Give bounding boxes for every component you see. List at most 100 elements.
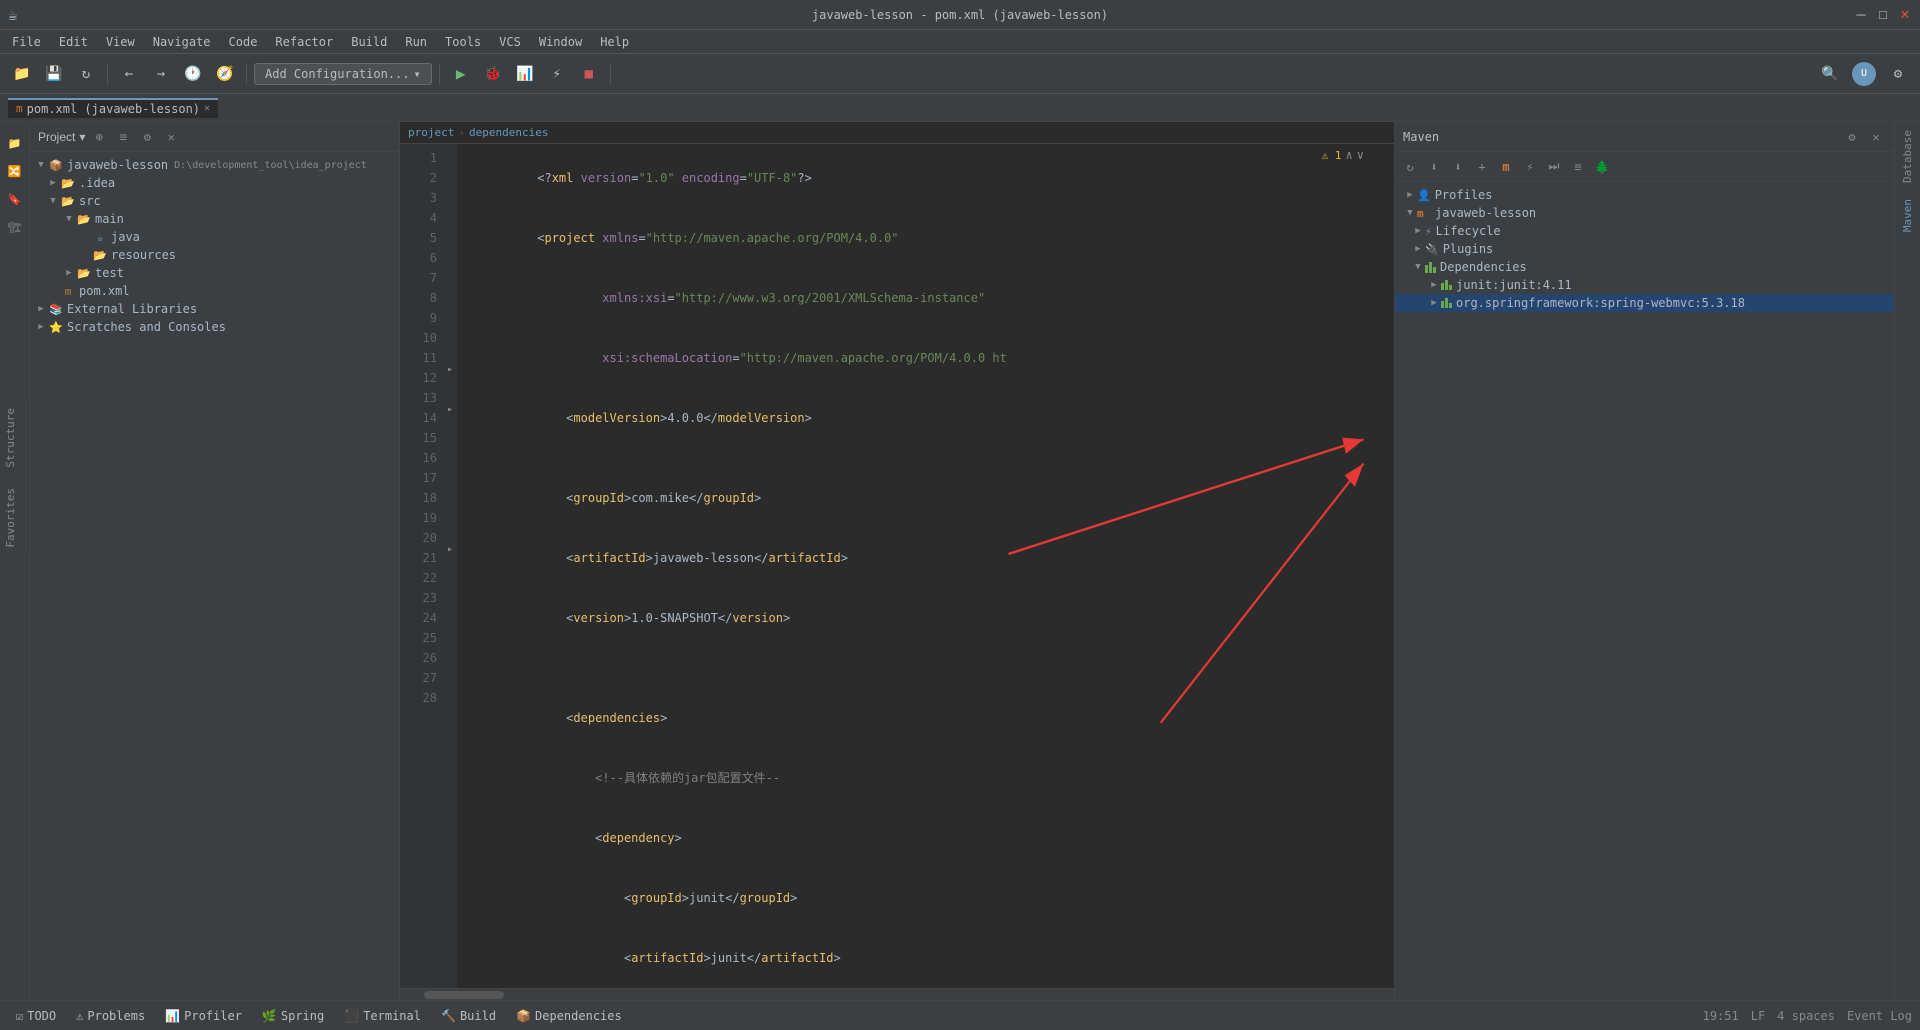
maven-collapse-btn[interactable]: ≡ bbox=[1567, 156, 1589, 178]
tree-java-folder[interactable]: ☕ java bbox=[30, 228, 399, 246]
status-spaces[interactable]: 4 spaces bbox=[1777, 1009, 1835, 1023]
breadcrumb-dependencies[interactable]: dependencies bbox=[469, 126, 548, 139]
menu-view[interactable]: View bbox=[98, 33, 143, 51]
maven-reload-btn[interactable]: ↻ bbox=[1399, 156, 1421, 178]
maven-dependencies[interactable]: ▼ Dependencies bbox=[1395, 258, 1894, 276]
tree-root-module[interactable]: ▼ 📦 javaweb-lesson D:\development_tool\i… bbox=[30, 156, 399, 174]
status-terminal[interactable]: ⬛ Terminal bbox=[336, 1007, 429, 1025]
vtab-structure[interactable]: Structure bbox=[0, 400, 25, 476]
tree-test-folder[interactable]: ▶ 📂 test bbox=[30, 264, 399, 282]
status-problems[interactable]: ⚠ Problems bbox=[68, 1007, 153, 1025]
add-configuration-button[interactable]: Add Configuration... ▾ bbox=[254, 63, 432, 85]
minimize-button[interactable]: ─ bbox=[1854, 8, 1868, 22]
tab-close-button[interactable]: ✕ bbox=[204, 103, 210, 114]
search-everywhere-button[interactable]: 🔍 bbox=[1816, 60, 1844, 88]
fold-marker-14[interactable]: ▸ bbox=[447, 404, 453, 415]
tree-external-libraries[interactable]: ▶ 📚 External Libraries bbox=[30, 300, 399, 318]
vtab-favorites[interactable]: Favorites bbox=[0, 480, 25, 556]
project-locate-btn[interactable]: ⊕ bbox=[89, 127, 109, 147]
project-view-icon[interactable]: 📁 bbox=[2, 130, 28, 156]
toolbar-back-btn[interactable]: ← bbox=[115, 60, 143, 88]
status-build[interactable]: 🔨 Build bbox=[433, 1007, 504, 1025]
maven-add-btn[interactable]: + bbox=[1471, 156, 1493, 178]
coverage-button[interactable]: 📊 bbox=[511, 60, 539, 88]
menu-navigate[interactable]: Navigate bbox=[145, 33, 219, 51]
maven-dep-junit[interactable]: ▶ junit:junit:4.11 bbox=[1395, 276, 1894, 294]
maven-lifecycle[interactable]: ▶ ⚡ Lifecycle bbox=[1395, 222, 1894, 240]
maven-plugins[interactable]: ▶ 🔌 Plugins bbox=[1395, 240, 1894, 258]
debug-button[interactable]: 🐞 bbox=[479, 60, 507, 88]
stop-button[interactable]: ■ bbox=[575, 60, 603, 88]
menu-run[interactable]: Run bbox=[397, 33, 435, 51]
breadcrumb-project[interactable]: project bbox=[408, 126, 454, 139]
menu-window[interactable]: Window bbox=[531, 33, 590, 51]
tab-pom-xml[interactable]: m pom.xml (javaweb-lesson) ✕ bbox=[8, 98, 218, 118]
vtab-database[interactable]: Database bbox=[1897, 122, 1918, 191]
run-button[interactable]: ▶ bbox=[447, 60, 475, 88]
status-lf[interactable]: LF bbox=[1751, 1009, 1765, 1023]
tree-scratches[interactable]: ▶ ⭐ Scratches and Consoles bbox=[30, 318, 399, 336]
scrollbar-thumb[interactable] bbox=[424, 991, 504, 999]
fold-marker-12[interactable]: ▸ bbox=[447, 364, 453, 375]
structure-icon[interactable]: 🏗 bbox=[2, 214, 28, 240]
status-profiler[interactable]: 📊 Profiler bbox=[157, 1007, 250, 1025]
code-line-11 bbox=[465, 668, 1386, 688]
toolbar-save-btn[interactable]: 💾 bbox=[40, 60, 68, 88]
maven-download-btn[interactable]: ⬇ bbox=[1423, 156, 1445, 178]
maven-panel: Maven ⚙ ✕ ↻ ⬇ ⬇ + m ⚡ ⏭ ≡ 🌲 ▶ 👤 Profiles… bbox=[1394, 122, 1894, 1000]
project-collapse-btn[interactable]: ≡ bbox=[113, 127, 133, 147]
test-folder-icon: 📂 bbox=[76, 265, 92, 281]
maven-lifecycle-btn[interactable]: ⚡ bbox=[1519, 156, 1541, 178]
maven-close-btn[interactable]: ✕ bbox=[1866, 127, 1886, 147]
commit-icon[interactable]: 🔀 bbox=[2, 158, 28, 184]
menu-file[interactable]: File bbox=[4, 33, 49, 51]
toolbar-recent-btn[interactable]: 🕐 bbox=[179, 60, 207, 88]
toolbar-forward-btn[interactable]: → bbox=[147, 60, 175, 88]
status-event-log[interactable]: Event Log bbox=[1847, 1009, 1912, 1023]
tree-src-folder[interactable]: ▼ 📂 src bbox=[30, 192, 399, 210]
src-arrow: ▼ bbox=[46, 194, 60, 208]
nav-arrow-up[interactable]: ∧ bbox=[1346, 148, 1353, 162]
menu-build[interactable]: Build bbox=[343, 33, 395, 51]
vtab-maven[interactable]: Maven bbox=[1897, 191, 1918, 240]
bookmarks-icon[interactable]: 🔖 bbox=[2, 186, 28, 212]
maven-profiles[interactable]: ▶ 👤 Profiles bbox=[1395, 186, 1894, 204]
toolbar-nav-btn[interactable]: 🧭 bbox=[211, 60, 239, 88]
fold-marker-21[interactable]: ▸ bbox=[447, 544, 453, 555]
status-spring[interactable]: 🌿 Spring bbox=[254, 1007, 332, 1025]
menu-refactor[interactable]: Refactor bbox=[267, 33, 341, 51]
project-close-btn[interactable]: ✕ bbox=[161, 127, 181, 147]
code-line-8: <artifactId>javaweb-lesson</artifactId> bbox=[465, 528, 1386, 588]
maven-module[interactable]: ▼ m javaweb-lesson bbox=[1395, 204, 1894, 222]
project-settings-btn[interactable]: ⚙ bbox=[137, 127, 157, 147]
status-dependencies[interactable]: 📦 Dependencies bbox=[508, 1007, 630, 1025]
toolbar-refresh-btn[interactable]: ↻ bbox=[72, 60, 100, 88]
maven-exec-btn[interactable]: m bbox=[1495, 156, 1517, 178]
menu-help[interactable]: Help bbox=[592, 33, 637, 51]
maven-download-src-btn[interactable]: ⬇ bbox=[1447, 156, 1469, 178]
maven-skip-btn[interactable]: ⏭ bbox=[1543, 156, 1565, 178]
menu-code[interactable]: Code bbox=[221, 33, 266, 51]
menu-tools[interactable]: Tools bbox=[437, 33, 489, 51]
tree-resources-folder[interactable]: 📂 resources bbox=[30, 246, 399, 264]
project-panel-dropdown[interactable]: Project ▾ bbox=[38, 130, 85, 144]
user-avatar[interactable]: U bbox=[1852, 62, 1876, 86]
horizontal-scrollbar[interactable] bbox=[400, 988, 1394, 1000]
maximize-button[interactable]: □ bbox=[1876, 8, 1890, 22]
menu-edit[interactable]: Edit bbox=[51, 33, 96, 51]
root-path: D:\development_tool\idea_project bbox=[174, 160, 367, 171]
profile-button[interactable]: ⚡ bbox=[543, 60, 571, 88]
maven-dep-spring[interactable]: ▶ org.springframework:spring-webmvc:5.3.… bbox=[1395, 294, 1894, 312]
settings-button[interactable]: ⚙ bbox=[1884, 60, 1912, 88]
status-todo[interactable]: ☑ TODO bbox=[8, 1007, 64, 1025]
maven-tree-toggle-btn[interactable]: 🌲 bbox=[1591, 156, 1613, 178]
nav-arrow-down[interactable]: ∨ bbox=[1357, 148, 1364, 162]
close-button[interactable]: ✕ bbox=[1898, 8, 1912, 22]
maven-settings-btn[interactable]: ⚙ bbox=[1842, 127, 1862, 147]
code-editor[interactable]: <?xml version="1.0" encoding="UTF-8"?> <… bbox=[457, 144, 1394, 988]
menu-vcs[interactable]: VCS bbox=[491, 33, 529, 51]
tree-main-folder[interactable]: ▼ 📂 main bbox=[30, 210, 399, 228]
tree-pom-xml[interactable]: m pom.xml bbox=[30, 282, 399, 300]
toolbar-open-btn[interactable]: 📁 bbox=[8, 60, 36, 88]
tree-idea-folder[interactable]: ▶ 📂 .idea bbox=[30, 174, 399, 192]
